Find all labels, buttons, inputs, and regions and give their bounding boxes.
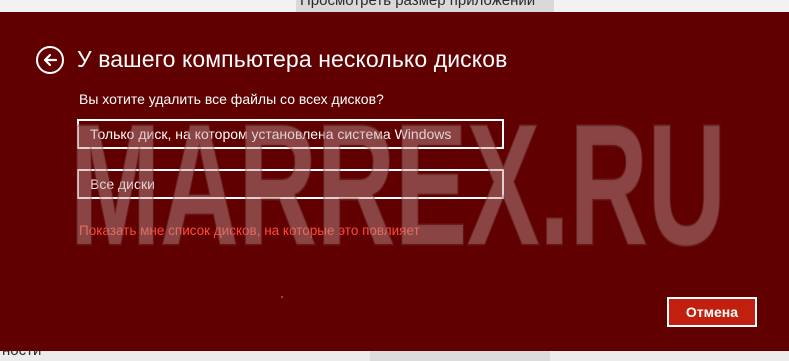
multiple-drives-dialog: У вашего компьютера несколько дисков Вы … — [0, 12, 789, 351]
stray-pixel — [281, 296, 283, 298]
dialog-question: Вы хотите удалить все файлы со всех диск… — [79, 91, 384, 107]
back-button[interactable] — [36, 46, 64, 74]
background-app-bottom-panel — [370, 351, 550, 361]
background-app-top-text: Просмотреть размер приложений — [300, 0, 536, 9]
screen: Просмотреть размер приложений ности У ва… — [0, 0, 789, 361]
cancel-button[interactable]: Отмена — [667, 297, 757, 327]
show-affected-drives-link[interactable]: Показать мне список дисков, на которые э… — [79, 223, 420, 238]
back-arrow-icon — [43, 53, 58, 67]
option-windows-drive-only[interactable]: Только диск, на котором установлена сист… — [77, 119, 504, 149]
option-all-drives[interactable]: Все диски — [77, 169, 504, 199]
dialog-title: У вашего компьютера несколько дисков — [77, 46, 508, 72]
